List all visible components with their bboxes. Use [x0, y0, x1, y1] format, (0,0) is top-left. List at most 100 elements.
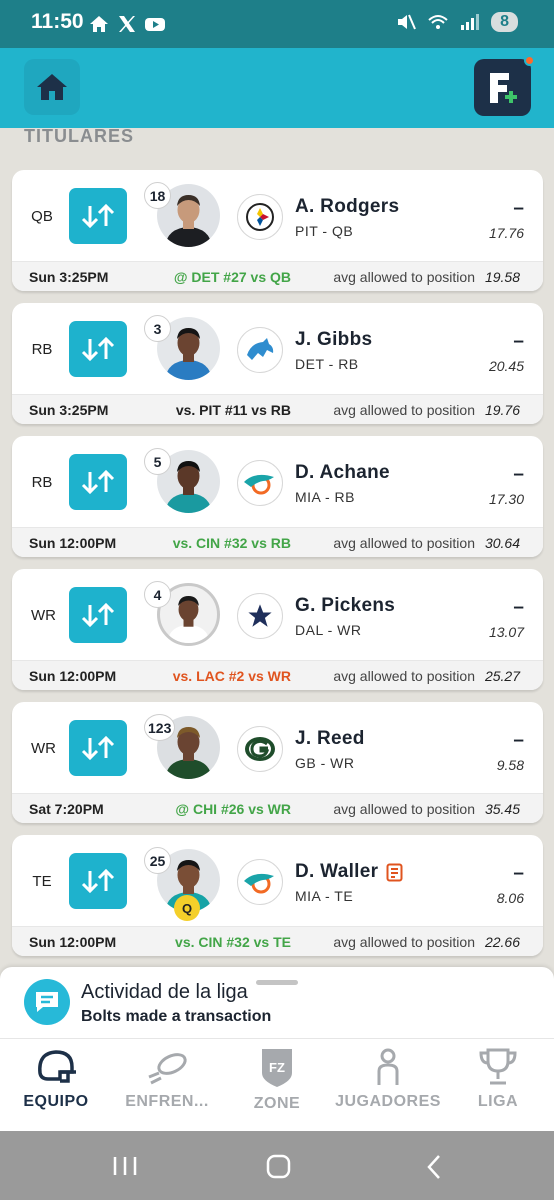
system-navigation-bar	[0, 1131, 554, 1200]
nav-zone[interactable]: FZ ZONE	[222, 1039, 332, 1132]
roster-position: WR	[31, 740, 56, 757]
matchup-footer: Sun 12:00PM vs. CIN #32 vs RB avg allowe…	[12, 527, 543, 557]
swap-arrows-icon	[81, 336, 115, 362]
opponent-matchup: vs. CIN #32 vs TE	[175, 934, 291, 950]
jersey-number-badge: 5	[144, 448, 171, 475]
avg-allowed-label: avg allowed to position	[333, 535, 475, 551]
swap-player-button[interactable]	[69, 188, 127, 244]
nav-label-enfrentamientos: ENFREN...	[125, 1093, 209, 1110]
fz-shield-icon: FZ	[262, 1049, 292, 1087]
jersey-number-badge: 3	[144, 315, 171, 342]
matchup-footer: Sun 12:00PM vs. LAC #2 vs WR avg allowed…	[12, 660, 543, 690]
projected-points: 17.30	[488, 491, 524, 507]
player-team-position: MIA - RB	[295, 489, 356, 505]
swap-arrows-icon	[81, 602, 115, 628]
player-card[interactable]: QB 18 A. Rodgers PIT - QB – 17.76 Sun 3:…	[12, 170, 543, 291]
nav-label-liga: LIGA	[477, 1093, 519, 1110]
nav-liga[interactable]: LIGA	[443, 1039, 553, 1132]
player-team-position: DET - RB	[295, 356, 359, 372]
recent-apps-icon[interactable]	[112, 1155, 138, 1177]
nav-enfrentamientos[interactable]: ENFREN...	[112, 1039, 222, 1132]
nav-jugadores[interactable]: JUGADORES	[333, 1039, 443, 1132]
avg-allowed-label: avg allowed to position	[333, 668, 475, 684]
game-time: Sun 12:00PM	[29, 535, 117, 551]
player-card[interactable]: RB 3 J. Gibbs DET - RB – 20.45 Sun 3:25P…	[12, 303, 543, 424]
swap-arrows-icon	[81, 203, 115, 229]
player-name[interactable]: J. Gibbs	[295, 329, 372, 351]
player-name[interactable]: D. Achane	[295, 462, 390, 484]
swap-player-button[interactable]	[69, 321, 127, 377]
live-score: –	[513, 730, 524, 751]
opponent-matchup: vs. PIT #11 vs RB	[175, 402, 291, 418]
player-team-position: MIA - TE	[295, 888, 354, 904]
swap-player-button[interactable]	[69, 587, 127, 643]
activity-title: Actividad de la liga	[81, 981, 248, 1003]
back-icon[interactable]	[424, 1154, 444, 1180]
swap-arrows-icon	[81, 469, 115, 495]
jersey-number-badge: 25	[144, 847, 171, 874]
projected-points: 9.58	[496, 757, 524, 773]
status-time: 11:50	[31, 10, 84, 33]
player-name[interactable]: J. Reed	[295, 728, 365, 750]
matchup-footer: Sun 3:25PM @ DET #27 vs QB avg allowed t…	[12, 261, 543, 291]
player-card[interactable]: RB 5 D. Achane MIA - RB – 17.30 Sun 12:0…	[12, 436, 543, 557]
avg-allowed-label: avg allowed to position	[333, 402, 475, 418]
dolphins-logo	[237, 460, 283, 506]
nav-label-equipo: EQUIPO	[23, 1093, 89, 1110]
fantasy-logo-icon	[489, 72, 517, 103]
swap-player-button[interactable]	[69, 853, 127, 909]
nav-label-jugadores: JUGADORES	[335, 1093, 441, 1110]
avg-allowed-value: 22.66	[484, 934, 520, 950]
live-score: –	[513, 198, 524, 219]
news-icon[interactable]	[386, 863, 403, 882]
jersey-number-badge: 4	[144, 581, 171, 608]
player-name[interactable]: G. Pickens	[295, 595, 395, 617]
nav-equipo[interactable]: EQUIPO	[1, 1039, 111, 1132]
helmet-icon	[38, 1050, 76, 1083]
bottom-navigation: EQUIPO ENFREN... FZ ZONE JUGADORES LIGA	[0, 1038, 554, 1131]
svg-text:FZ: FZ	[269, 1060, 285, 1075]
league-activity-sheet[interactable]: Actividad de la liga Bolts made a transa…	[0, 967, 554, 1041]
player-name-text: J. Gibbs	[295, 329, 373, 350]
game-time: Sun 12:00PM	[29, 668, 117, 684]
player-card[interactable]: TE 25 Q D. Waller MIA - TE – 8.06 Sun 12…	[12, 835, 543, 956]
home-button[interactable]	[24, 59, 80, 115]
battery-indicator: 8	[491, 12, 518, 32]
player-name-text: J. Reed	[295, 728, 365, 749]
player-name-text: D. Waller	[295, 861, 379, 882]
player-card[interactable]: WR 4 G. Pickens DAL - WR – 13.07 Sun 12:…	[12, 569, 543, 690]
fantasy-logo-button[interactable]	[474, 55, 535, 116]
notification-dot	[524, 55, 535, 66]
roster-position: RB	[31, 474, 53, 491]
roster-position: RB	[31, 341, 53, 358]
cowboys-logo	[237, 593, 283, 639]
opponent-matchup: vs. CIN #32 vs RB	[172, 535, 291, 551]
home-system-icon[interactable]	[266, 1154, 292, 1180]
player-team-position: PIT - QB	[295, 223, 354, 239]
mute-icon	[398, 14, 417, 30]
jersey-number-badge: 18	[144, 182, 171, 209]
opponent-matchup: @ DET #27 vs QB	[173, 269, 291, 285]
player-name-text: G. Pickens	[295, 595, 396, 616]
avg-allowed-value: 19.58	[484, 269, 520, 285]
player-card[interactable]: WR 123 J. Reed GB - WR – 9.58 Sat 7:20PM…	[12, 702, 543, 823]
x-app-icon	[119, 16, 135, 32]
avg-allowed-label: avg allowed to position	[333, 934, 475, 950]
signal-icon	[461, 14, 480, 30]
swap-arrows-icon	[81, 868, 115, 894]
packers-logo	[237, 726, 283, 772]
status-bar: 11:50 8	[0, 0, 554, 48]
swap-player-button[interactable]	[69, 720, 127, 776]
avg-allowed-label: avg allowed to position	[333, 801, 475, 817]
sheet-drag-handle[interactable]	[256, 980, 298, 985]
game-time: Sun 3:25PM	[29, 269, 109, 285]
player-name[interactable]: A. Rodgers	[295, 196, 399, 218]
avg-allowed-value: 35.45	[484, 801, 520, 817]
trophy-icon	[479, 1048, 517, 1085]
player-name[interactable]: D. Waller	[295, 861, 403, 883]
dolphins-logo	[237, 859, 283, 905]
player-name-text: D. Achane	[295, 462, 390, 483]
avg-allowed-label: avg allowed to position	[333, 269, 475, 285]
swap-player-button[interactable]	[69, 454, 127, 510]
projected-points: 17.76	[488, 225, 524, 241]
